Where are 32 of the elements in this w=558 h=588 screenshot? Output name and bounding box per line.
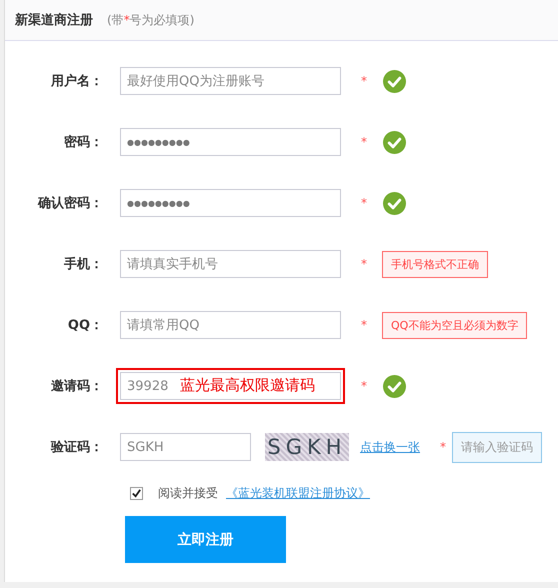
agreement-link[interactable]: 《蓝光装机联盟注册协议》 [226,484,370,502]
field-label: 手机： [63,256,103,273]
field-label: 用户名： [50,72,103,90]
required-mark: * [440,440,447,454]
required-mark: * [361,379,368,393]
required-mark: * [361,257,368,271]
input-field[interactable]: SGKH [120,433,251,461]
field-label: 密码： [63,134,103,151]
refresh-link[interactable]: 点击换一张 [360,438,420,456]
input-field[interactable]: 请填真实手机号 [120,250,341,278]
required-note: (带*号为必填项) [107,12,194,28]
input-field[interactable]: 最好使用QQ为注册账号 [120,67,341,95]
captcha-image: SGKH [265,433,349,461]
input-field[interactable]: ●●●●●●●●● [120,189,341,217]
panel-title: 新渠道商注册 [15,12,93,29]
field-label: 验证码： [50,439,103,456]
field-label: 邀请码： [50,378,103,395]
field-label: QQ： [66,317,103,334]
captcha-hint: 请输入验证码 [452,432,542,462]
annotation-text: 蓝光最高权限邀请码 [180,376,315,395]
error-message: QQ不能为空且必须为数字 [382,312,528,338]
agree-checkbox[interactable] [130,486,143,500]
field-label: 确认密码： [36,194,103,212]
error-message: 手机号格式不正确 [382,250,488,278]
required-mark: * [361,74,368,88]
required-mark: * [361,135,368,149]
required-mark: * [361,318,368,332]
register-button[interactable]: 立即注册 [125,516,286,563]
input-field[interactable]: ●●●●●●●●● [120,128,341,156]
required-mark: * [361,196,368,210]
agree-label: 阅读并接受 [158,484,218,502]
input-field[interactable]: 请填常用QQ [120,311,341,339]
